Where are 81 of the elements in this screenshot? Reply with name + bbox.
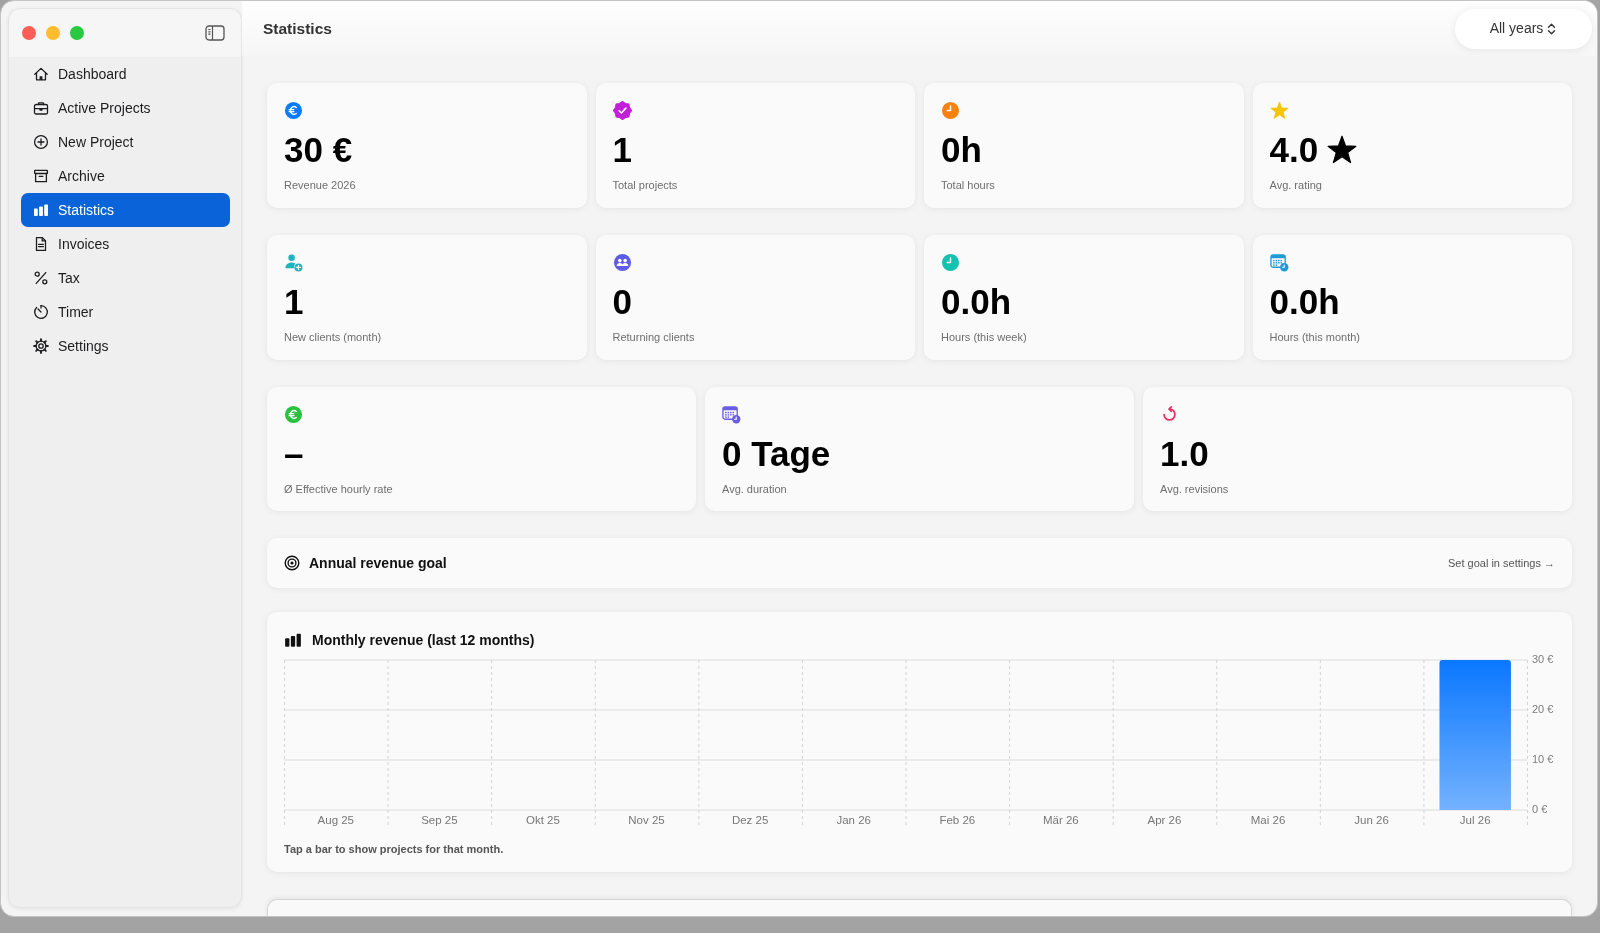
sidebar-item[interactable]: Active Projects: [21, 91, 230, 125]
chart-hint: Tap a bar to show projects for that month.: [284, 843, 505, 855]
axis-label: 10 €: [1532, 752, 1554, 765]
plus-circle-icon: [33, 134, 49, 150]
calendar-clock-icon: [1269, 253, 1289, 272]
archive-box-icon: [33, 168, 49, 184]
stat-label: Avg. revisions: [1160, 482, 1230, 496]
stat-value: 1: [284, 282, 304, 322]
stat-label: Hours (this month): [1269, 330, 1361, 344]
two-people-icon: [612, 253, 632, 272]
target-icon: [284, 555, 300, 571]
counterclockwise-arrow-icon: [1160, 405, 1179, 424]
stat-label: New clients (month): [284, 330, 383, 344]
axis-label: 20 €: [1532, 702, 1554, 715]
sidebar-item[interactable]: Timer: [21, 295, 230, 329]
axis-label: Jan 26: [836, 814, 871, 827]
axis-label: 30 €: [1532, 652, 1554, 665]
bar-chart-icon: [284, 631, 302, 649]
person-plus-icon: [284, 253, 303, 272]
sidebar-item[interactable]: Archive: [21, 159, 230, 193]
document-icon: [33, 236, 49, 252]
axis-label: Apr 26: [1147, 814, 1182, 827]
axis-label: Mai 26: [1250, 814, 1286, 827]
briefcase-icon: [33, 100, 49, 116]
stat-value: 0: [612, 282, 632, 322]
percent-icon: [33, 270, 49, 286]
euro-circle-icon: [284, 101, 303, 120]
calendar-clock-icon: [722, 405, 741, 424]
bar-chart-icon: [33, 202, 49, 218]
chevron-updown-icon: [1546, 21, 1558, 36]
stat-value: 30 €: [284, 130, 353, 170]
axis-label: Sep 25: [421, 814, 458, 827]
stat-value: 0.0h: [941, 282, 1012, 322]
stat-label: Hours (this week): [941, 330, 1028, 344]
axis-label: Aug 25: [317, 814, 354, 827]
settings-link[interactable]: Set goal in settings →: [1448, 554, 1555, 572]
stat-label: Ø Effective hourly rate: [284, 482, 394, 496]
window-minimize-icon[interactable]: [46, 26, 60, 40]
star-icon: [1269, 101, 1289, 120]
stat-value: 4.0: [1269, 130, 1319, 170]
stat-value: –: [284, 434, 304, 474]
clock-icon: [941, 253, 960, 272]
euro-circle-icon: [284, 405, 303, 424]
goal-title: Annual revenue goal: [309, 553, 447, 573]
axis-label: Dez 25: [731, 814, 769, 827]
stat-label: Avg. duration: [722, 482, 788, 496]
sidebar-item[interactable]: Invoices: [21, 227, 230, 261]
check-badge-icon: [612, 101, 632, 120]
axis-label: 0 €: [1532, 802, 1548, 815]
stat-label: Total projects: [612, 178, 679, 192]
sidebar-item[interactable]: Statistics: [21, 193, 230, 227]
sidebar-item[interactable]: Tax: [21, 261, 230, 295]
star-icon: [1327, 135, 1358, 165]
sidebar-item[interactable]: Settings: [21, 329, 230, 363]
stat-label: Total hours: [941, 178, 996, 192]
axis-label: Jun 26: [1354, 814, 1389, 827]
stat-value: 0 Tage: [722, 434, 831, 474]
sidebar-item[interactable]: Dashboard: [21, 57, 230, 91]
stat-label: Avg. rating: [1269, 178, 1323, 192]
timer-icon: [33, 304, 49, 320]
axis-label: Mär 26: [1043, 814, 1079, 827]
clock-icon: [941, 101, 960, 120]
window-close-icon[interactable]: [22, 26, 36, 40]
stat-label: Returning clients: [612, 330, 696, 344]
axis-label: Nov 25: [628, 814, 665, 827]
stat-value: 0h: [941, 130, 982, 170]
stat-value: 0.0h: [1269, 282, 1340, 322]
page-title: Statistics: [263, 18, 332, 39]
year-filter-dropdown[interactable]: All years: [1455, 8, 1592, 49]
gear-icon: [33, 338, 49, 354]
stat-label: Revenue 2026: [284, 178, 357, 192]
house-icon: [33, 66, 49, 82]
stat-value: 1: [612, 130, 632, 170]
chart-title: Monthly revenue (last 12 months): [312, 630, 535, 650]
stat-value: 1.0: [1160, 434, 1209, 474]
axis-label: Okt 25: [526, 814, 560, 827]
axis-label: Jul 26: [1459, 814, 1491, 827]
sidebar-item[interactable]: New Project: [21, 125, 230, 159]
axis-label: Feb 26: [939, 814, 976, 827]
window-zoom-icon[interactable]: [70, 26, 84, 40]
sidebar-toggle-icon[interactable]: [205, 24, 225, 42]
